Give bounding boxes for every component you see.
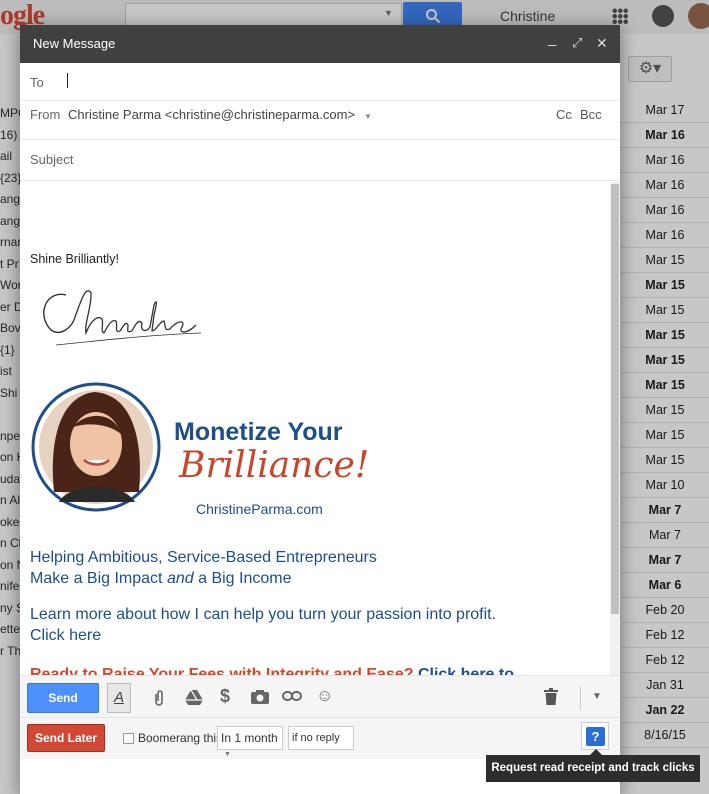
compose-action-bar: Send A $ ☺ ▼ bbox=[20, 675, 620, 717]
bcc-link[interactable]: Bcc bbox=[580, 107, 602, 122]
subject-field-row[interactable]: Subject bbox=[20, 139, 620, 181]
compose-title: New Message bbox=[33, 36, 116, 51]
insert-emoji-icon[interactable]: ☺ bbox=[316, 686, 333, 706]
cc-link[interactable]: Cc bbox=[556, 107, 572, 122]
google-drive-icon[interactable] bbox=[185, 689, 203, 710]
tagline-part-c: a Big Income bbox=[193, 570, 292, 587]
boomerang-checkbox[interactable] bbox=[123, 733, 134, 744]
boomerang-timing-select[interactable]: In 1 month ▼ bbox=[217, 726, 283, 758]
minimize-icon[interactable]: _ bbox=[548, 30, 556, 47]
cta-blue-link[interactable]: Click here to bbox=[414, 666, 514, 675]
read-receipt-help-icon: ? bbox=[586, 727, 605, 746]
from-label: From bbox=[30, 107, 61, 122]
read-receipt-tooltip: Request read receipt and track clicks bbox=[486, 755, 700, 782]
boomerang-label: Boomerang this bbox=[138, 731, 223, 745]
insert-photo-icon[interactable] bbox=[250, 689, 270, 710]
more-options-arrow-icon[interactable]: ▼ bbox=[592, 691, 602, 702]
send-money-icon[interactable]: $ bbox=[220, 686, 230, 707]
expand-icon[interactable]: ⤢ bbox=[572, 35, 582, 51]
banner-title: Monetize Your bbox=[174, 418, 343, 446]
from-address-select[interactable]: Christine Parma <christine@christineparm… bbox=[68, 107, 355, 122]
from-field-row: From Christine Parma <christine@christin… bbox=[20, 101, 620, 139]
body-scrollbar[interactable] bbox=[610, 182, 620, 675]
if-no-reply-select[interactable]: if no reply bbox=[288, 726, 354, 750]
read-receipt-button[interactable]: ? bbox=[581, 722, 609, 750]
tagline-line-2: Make a Big Impact and a Big Income bbox=[30, 570, 291, 588]
from-dropdown-arrow-icon[interactable]: ▼ bbox=[364, 112, 372, 121]
formatting-options-button[interactable]: A bbox=[107, 683, 131, 713]
boomerang-bar: Send Later Boomerang this In 1 month ▼ i… bbox=[20, 717, 620, 759]
attach-files-icon[interactable] bbox=[152, 689, 166, 712]
insert-link-icon[interactable] bbox=[282, 689, 302, 708]
banner-site: ChristineParma.com bbox=[196, 501, 323, 517]
to-field-row[interactable]: To bbox=[20, 63, 620, 101]
tagline-part-a: Make a Big Impact bbox=[30, 570, 167, 587]
action-bar-separator bbox=[580, 686, 581, 710]
banner-brilliance: Brilliance! bbox=[178, 445, 369, 486]
compose-window: New Message _ ⤢ ✕ To From Christine Parm… bbox=[20, 25, 620, 794]
brand-banner-graphic: Monetize Your Brilliance! ChristineParma… bbox=[31, 382, 369, 517]
brand-banner[interactable]: Monetize Your Brilliance! ChristineParma… bbox=[29, 382, 374, 522]
boomerang-timing-value: In 1 month bbox=[221, 731, 278, 745]
learn-more-text: Learn more about how I can help you turn… bbox=[30, 606, 497, 623]
scrollbar-thumb[interactable] bbox=[611, 184, 619, 614]
send-button[interactable]: Send bbox=[27, 683, 99, 713]
handwritten-signature bbox=[43, 290, 202, 346]
send-later-button[interactable]: Send Later bbox=[27, 724, 105, 752]
to-label: To bbox=[30, 75, 44, 90]
discard-draft-trash-icon[interactable] bbox=[544, 688, 558, 710]
cta-line[interactable]: Ready to Raise Your Fees with Integrity … bbox=[30, 666, 514, 675]
compose-title-bar[interactable]: New Message _ ⤢ ✕ bbox=[20, 25, 620, 63]
message-body[interactable]: Shine Brilliantly! Monetize Your Brillia… bbox=[20, 182, 610, 675]
subject-input[interactable]: Subject bbox=[30, 152, 73, 167]
tagline-line-1: Helping Ambitious, Service-Based Entrepr… bbox=[30, 549, 377, 566]
click-here-link[interactable]: Click here bbox=[30, 627, 101, 645]
tagline-part-b: and bbox=[166, 570, 194, 587]
cta-red-text: Ready to Raise Your Fees with Integrity … bbox=[30, 666, 414, 675]
greeting-text: Shine Brilliantly! bbox=[30, 252, 119, 266]
boomerang-select-arrow-icon: ▼ bbox=[224, 751, 231, 758]
to-input-caret[interactable] bbox=[67, 73, 68, 88]
close-icon[interactable]: ✕ bbox=[596, 35, 608, 52]
